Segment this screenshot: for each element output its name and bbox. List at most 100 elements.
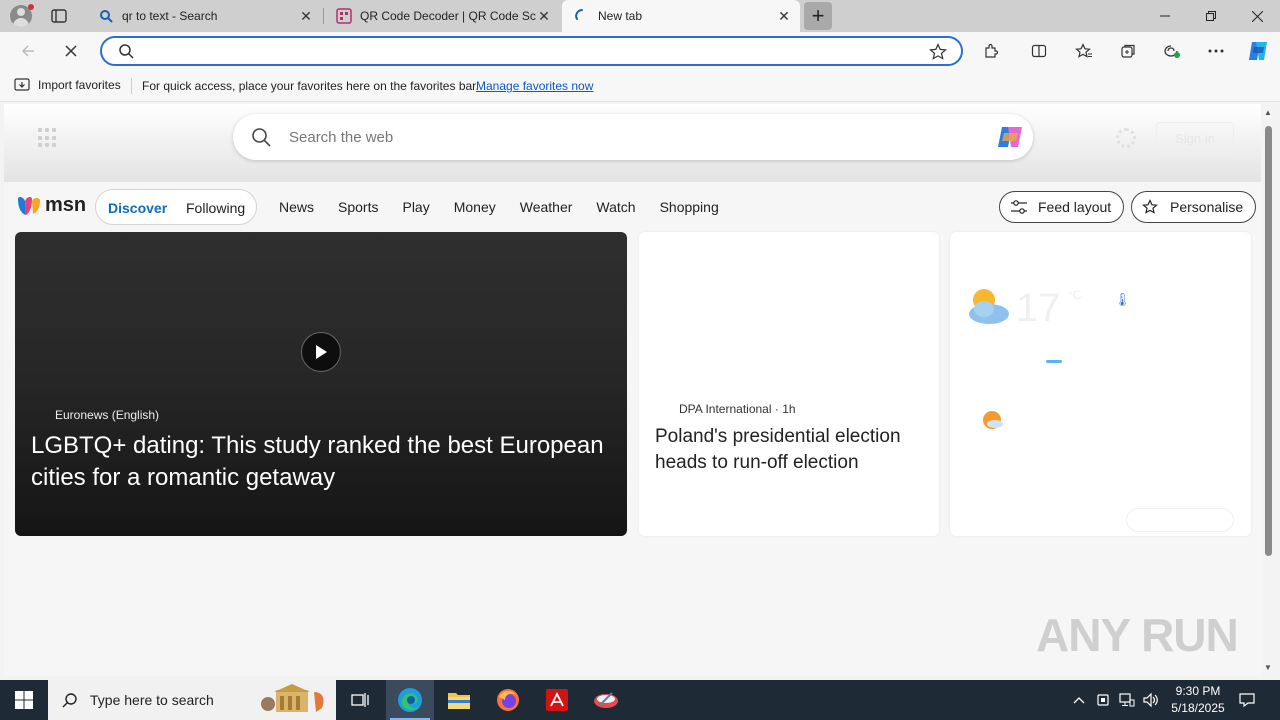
acrobat-reader-icon[interactable] <box>533 680 581 720</box>
close-tab-icon[interactable]: ✕ <box>776 8 792 24</box>
tab-strip: qr to text - Search ✕ QR Code Decoder | … <box>0 0 1280 32</box>
scroll-down-arrow-icon[interactable]: ▼ <box>1264 663 1272 672</box>
task-view-icon[interactable] <box>336 680 384 720</box>
hero-headline[interactable]: LGBTQ+ dating: This study ranked the bes… <box>31 430 621 494</box>
windows-logo-icon <box>15 691 33 709</box>
web-search-box[interactable]: Search the web <box>233 114 1033 160</box>
weather-unit: °C <box>1068 288 1082 302</box>
favbar-divider <box>131 78 132 94</box>
extensions-icon[interactable] <box>977 37 1005 65</box>
msn-logo[interactable]: msn <box>16 194 86 217</box>
thermometer-icon: 🌡 <box>1114 292 1131 307</box>
new-tab-page: Search the web Sign in msn Discover Foll… <box>4 104 1261 676</box>
import-favorites-button[interactable]: Import favorites <box>14 78 121 92</box>
news-headline[interactable]: Poland's presidential election heads to … <box>655 424 930 476</box>
tab-new-tab[interactable]: New tab ✕ <box>562 0 800 32</box>
personalise-label: Personalise <box>1170 199 1244 215</box>
personalise-button[interactable]: Personalise <box>1131 191 1257 223</box>
browser-essentials-icon[interactable] <box>1158 37 1186 65</box>
anyrun-watermark: ANY RUN <box>1036 609 1239 661</box>
split-screen-icon[interactable] <box>1025 37 1053 65</box>
tab-title: QR Code Decoder | QR Code Scanner <box>360 9 536 23</box>
copilot-icon[interactable] <box>995 122 1025 152</box>
sign-in-button[interactable]: Sign in <box>1156 122 1234 154</box>
news-age: 1h <box>782 402 796 416</box>
security-tray-icon[interactable] <box>1092 680 1114 720</box>
minimize-icon[interactable] <box>1142 0 1188 32</box>
msn-wordmark: msn <box>45 194 87 216</box>
more-options-icon[interactable] <box>1202 37 1230 65</box>
feed-switch: Discover Following <box>95 189 257 225</box>
news-source-name: DPA International <box>679 402 772 416</box>
network-icon[interactable] <box>1116 680 1138 720</box>
tab-title: qr to text - Search <box>122 9 218 23</box>
nav-sports[interactable]: Sports <box>338 199 378 215</box>
nav-shopping[interactable]: Shopping <box>660 199 719 215</box>
taskbar-clock[interactable]: 9:30 PM 5/18/2025 <box>1162 683 1234 717</box>
apps-launcher-icon[interactable] <box>38 128 58 148</box>
search-highlight-image <box>256 684 332 716</box>
nav-weather[interactable]: Weather <box>520 199 573 215</box>
tab-search[interactable]: qr to text - Search ✕ <box>86 0 322 32</box>
back-arrow-icon[interactable] <box>14 37 42 65</box>
tab-title: New tab <box>598 9 643 23</box>
windows-start-button[interactable] <box>0 680 48 720</box>
play-icon <box>316 345 327 359</box>
weather-see-more-button[interactable] <box>1126 508 1234 532</box>
close-window-icon[interactable] <box>1234 0 1280 32</box>
nav-news[interactable]: News <box>279 199 314 215</box>
favorite-star-icon[interactable] <box>929 43 947 66</box>
notifications-icon[interactable] <box>1236 680 1258 720</box>
weather-card[interactable]: 17 °C 🌡 <box>950 232 1251 536</box>
msn-butterfly-icon <box>18 196 40 215</box>
import-icon <box>14 78 30 91</box>
weather-forecast-indicator <box>1046 360 1062 363</box>
weather-temperature: 17 <box>1016 286 1061 330</box>
search-icon <box>251 127 271 152</box>
restore-icon[interactable] <box>1188 0 1234 32</box>
tab-actions-icon[interactable] <box>50 7 68 25</box>
address-bar[interactable] <box>100 36 963 66</box>
import-favorites-label: Import favorites <box>38 78 121 92</box>
scrollbar-thumb[interactable] <box>1265 126 1272 556</box>
sliders-icon <box>1011 200 1027 214</box>
hero-news-card[interactable]: Euronews (English) LGBTQ+ dating: This s… <box>15 232 627 536</box>
scroll-up-arrow-icon[interactable]: ▲ <box>1264 108 1272 117</box>
settings-gear-icon[interactable] <box>1116 128 1136 148</box>
stop-loading-icon[interactable] <box>57 37 85 65</box>
firefox-icon[interactable] <box>484 680 532 720</box>
discover-tab[interactable]: Discover <box>108 200 167 216</box>
copilot-icon[interactable] <box>1244 37 1272 65</box>
nav-play[interactable]: Play <box>402 199 429 215</box>
favorites-bar-message: For quick access, place your favorites h… <box>142 79 479 93</box>
hero-source: Euronews (English) <box>55 408 160 422</box>
following-tab[interactable]: Following <box>186 200 245 216</box>
nav-money[interactable]: Money <box>454 199 496 215</box>
clock-time: 9:30 PM <box>1175 684 1221 698</box>
favorites-bar: Import favorites For quick access, place… <box>0 70 1280 102</box>
search-placeholder: Search the web <box>289 129 394 146</box>
app-pinned-icon[interactable] <box>582 680 630 720</box>
collections-icon[interactable] <box>1114 37 1142 65</box>
page-scrollbar[interactable]: ▲ ▼ <box>1261 104 1276 676</box>
tab-qr-decoder[interactable]: QR Code Decoder | QR Code Scanner ✕ <box>324 0 560 32</box>
browser-toolbar <box>0 32 1280 70</box>
feed-layout-button[interactable]: Feed layout <box>999 191 1125 223</box>
close-tab-icon[interactable]: ✕ <box>298 8 314 24</box>
nav-watch[interactable]: Watch <box>596 199 635 215</box>
search-icon <box>118 43 134 64</box>
search-favicon-icon <box>98 8 114 24</box>
favorites-icon[interactable] <box>1070 37 1098 65</box>
news-card[interactable]: DPA International · 1h Poland's presiden… <box>639 232 939 536</box>
edge-taskbar-icon[interactable] <box>386 680 434 720</box>
close-tab-icon[interactable]: ✕ <box>536 8 552 24</box>
taskbar-search-box[interactable]: Type here to search <box>48 680 336 720</box>
volume-icon[interactable] <box>1140 680 1162 720</box>
msn-nav-links: News Sports Play Money Weather Watch Sho… <box>279 199 743 215</box>
profile-notification-dot <box>28 4 34 10</box>
show-hidden-icons-icon[interactable] <box>1068 680 1090 720</box>
manage-favorites-link[interactable]: Manage favorites now <box>476 79 593 93</box>
play-video-button[interactable] <box>301 332 341 372</box>
file-explorer-icon[interactable] <box>435 680 483 720</box>
new-tab-button[interactable]: + <box>804 2 832 30</box>
